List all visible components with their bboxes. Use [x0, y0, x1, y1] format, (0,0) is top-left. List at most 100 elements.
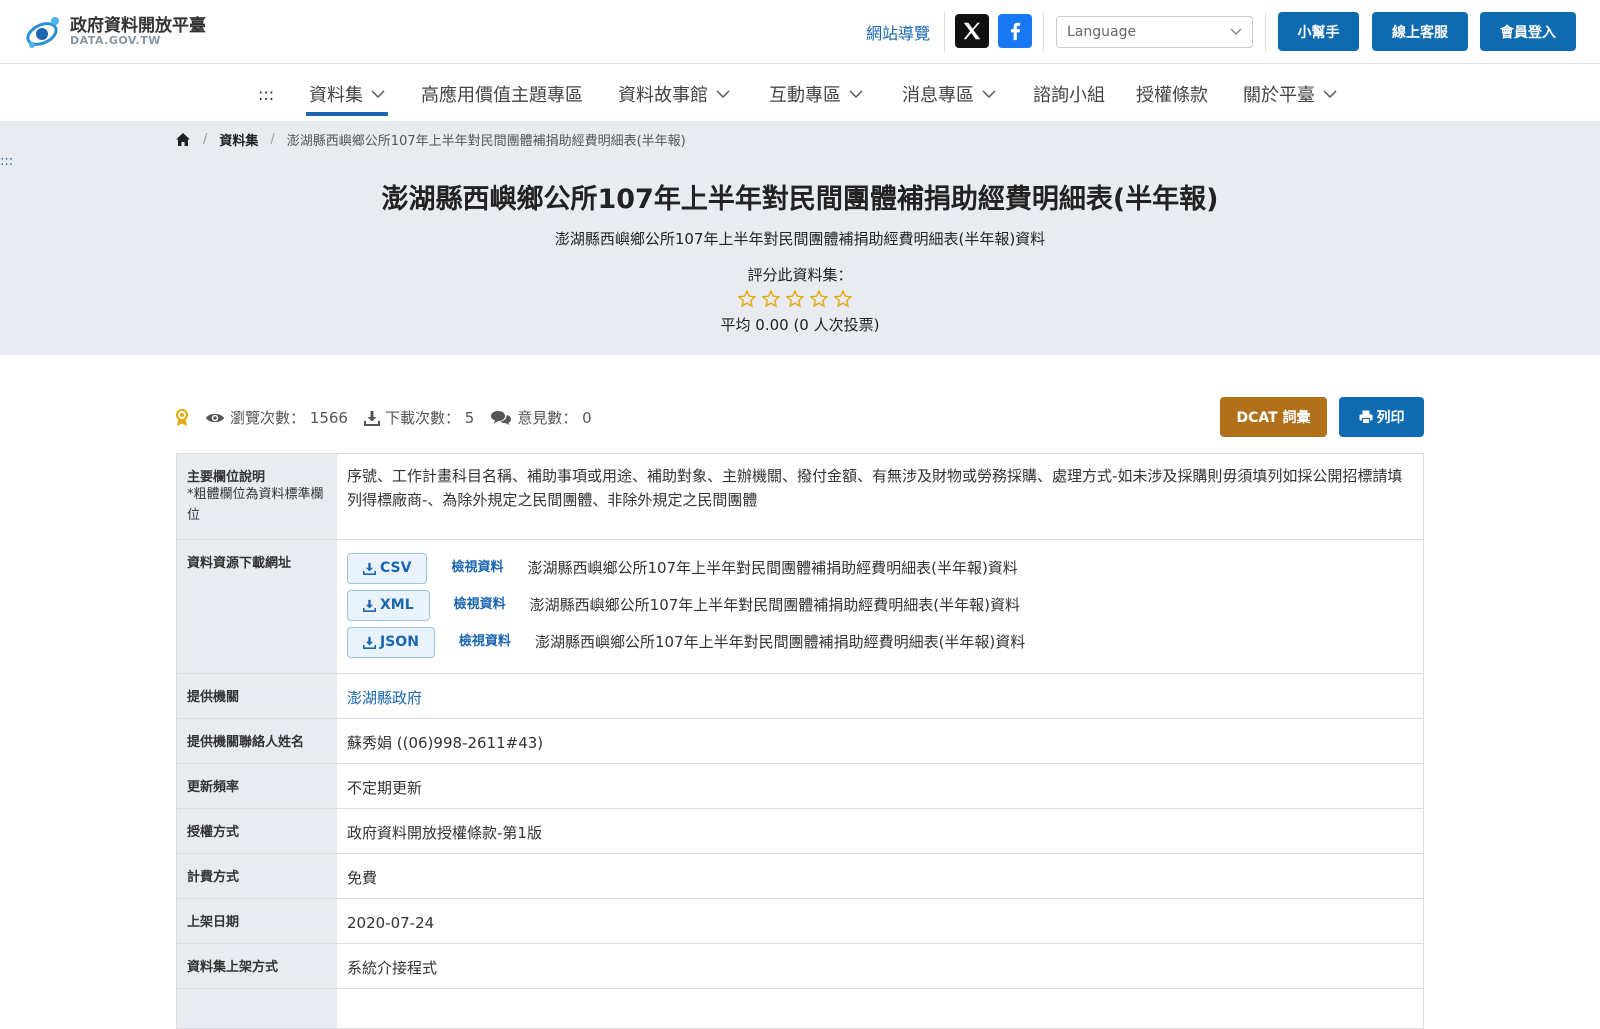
x-logo-icon — [963, 22, 981, 40]
breadcrumb-current: 澎湖縣西嶼鄉公所107年上半年對民間團體補捐助經費明細表(半年報) — [286, 134, 686, 149]
table-row: 提供機關聯絡人姓名 蘇秀娟 ((06)998-2611#43) — [177, 718, 1423, 764]
facebook-logo-icon — [1010, 22, 1021, 41]
dataset-stats: 瀏覽次數： 1566 下載次數： 5 意見數： 0 — [175, 407, 608, 428]
field-label: 提供機關聯絡人姓名 — [177, 718, 337, 763]
comment-count: 意見數： 0 — [490, 407, 592, 428]
nav-item-license[interactable]: 授權條款 — [1136, 81, 1208, 107]
field-value: 序號、工作計畫科目名稱、補助事項或用途、補助對象、主辦機關、撥付金額、有無涉及財… — [347, 467, 1403, 509]
table-row: 主要欄位說明 *粗體欄位為資料標準欄位 序號、工作計畫科目名稱、補助事項或用途、… — [177, 454, 1423, 540]
home-icon[interactable] — [175, 132, 191, 147]
field-label: 提供機關 — [177, 673, 337, 718]
nav-item-high-value[interactable]: 高應用價值主題專區 — [421, 81, 583, 107]
nav-item-datasets[interactable]: 資料集 — [309, 81, 385, 107]
field-label: 上架日期 — [177, 898, 337, 943]
nav-item-data-stories[interactable]: 資料故事館 — [618, 81, 730, 107]
language-select-value: Language — [1067, 24, 1137, 40]
nav-active-indicator — [306, 112, 388, 116]
header-divider — [1265, 12, 1266, 52]
rating-stars — [737, 289, 853, 309]
comments-icon — [491, 410, 512, 425]
site-logo[interactable]: 政府資料開放平臺 DATA.GOV.TW — [24, 12, 206, 52]
chevron-down-icon — [849, 89, 863, 98]
download-icon — [363, 636, 376, 649]
download-icon — [363, 410, 380, 426]
header-divider — [944, 12, 945, 52]
provider-link[interactable]: 澎湖縣政府 — [347, 689, 422, 707]
page-title: 澎湖縣西嶼鄉公所107年上半年對民間團體補捐助經費明細表(半年報) — [381, 184, 1219, 215]
star-outline-icon[interactable] — [785, 289, 805, 309]
dataset-info-table: 主要欄位說明 *粗體欄位為資料標準欄位 序號、工作計畫科目名稱、補助事項或用途、… — [176, 453, 1424, 1029]
download-json-button[interactable]: JSON — [347, 626, 435, 658]
rating-label: 評分此資料集： — [747, 266, 853, 284]
view-data-link[interactable]: 檢視資料 — [451, 558, 503, 579]
resource-description: 澎湖縣西嶼鄉公所107年上半年對民間團體補捐助經費明細表(半年報)資料 — [534, 633, 1026, 652]
nav-accesskey[interactable]: ::: — [258, 85, 274, 104]
print-button[interactable]: 列印 — [1339, 397, 1424, 437]
rating-average: 平均 0.00 (0 人次投票) — [720, 316, 880, 334]
login-button[interactable]: 會員登入 — [1480, 12, 1576, 51]
dataset-hero: / 資料集 / 澎湖縣西嶼鄉公所107年上半年對民間團體補捐助經費明細表(半年報… — [0, 121, 1600, 355]
resource-description: 澎湖縣西嶼鄉公所107年上半年對民間團體補捐助經費明細表(半年報)資料 — [527, 559, 1018, 578]
list-item: XML 檢視資料 澎湖縣西嶼鄉公所107年上半年對民間團體補捐助經費明細表(半年… — [347, 587, 1413, 624]
resource-list: CSV 檢視資料 澎湖縣西嶼鄉公所107年上半年對民間團體補捐助經費明細表(半年… — [337, 540, 1423, 673]
facebook-share-button[interactable] — [998, 14, 1032, 48]
field-label: 主要欄位說明 — [187, 470, 266, 485]
table-row: 資料集上架方式 系統介接程式 — [177, 943, 1423, 989]
nav-item-about[interactable]: 關於平臺 — [1243, 81, 1337, 107]
online-support-button[interactable]: 線上客服 — [1372, 12, 1468, 51]
header-divider — [1043, 12, 1044, 52]
view-data-link[interactable]: 檢視資料 — [459, 632, 511, 653]
field-label: 資料資源下載網址 — [177, 539, 337, 673]
table-row — [177, 988, 1423, 1029]
language-select[interactable]: Language — [1056, 16, 1253, 48]
nav-item-advisory[interactable]: 諮詢小組 — [1033, 81, 1105, 107]
field-value: 2020-07-24 — [347, 913, 435, 932]
field-note: *粗體欄位為資料標準欄位 — [187, 487, 324, 523]
view-data-link[interactable]: 檢視資料 — [454, 595, 506, 616]
logo-subtitle: DATA.GOV.TW — [70, 34, 161, 48]
logo-title: 政府資料開放平臺 — [70, 15, 206, 36]
field-label: 更新頻率 — [177, 763, 337, 808]
chevron-down-icon — [371, 89, 385, 98]
chevron-down-icon — [1323, 89, 1337, 98]
sitemap-link[interactable]: 網站導覽 — [866, 20, 930, 44]
field-label: 資料集上架方式 — [177, 943, 337, 988]
table-row: 上架日期 2020-07-24 — [177, 898, 1423, 944]
award-badge-icon — [176, 408, 188, 426]
field-value: 不定期更新 — [347, 778, 423, 797]
page-subtitle: 澎湖縣西嶼鄉公所107年上半年對民間團體補捐助經費明細表(半年報)資料 — [554, 230, 1046, 248]
star-outline-icon[interactable] — [761, 289, 781, 309]
download-csv-button[interactable]: CSV — [347, 552, 428, 584]
field-value: 蘇秀娟 ((06)998-2611#43) — [347, 733, 544, 752]
field-label: 計費方式 — [177, 853, 337, 898]
field-value: 政府資料開放授權條款-第1版 — [347, 823, 542, 842]
chevron-down-icon — [982, 89, 996, 98]
nav-item-interactive[interactable]: 互動專區 — [769, 81, 863, 107]
field-value: 系統介接程式 — [347, 958, 438, 977]
download-icon — [363, 599, 376, 612]
content-accesskey[interactable]: ::: — [0, 154, 13, 169]
nav-item-news[interactable]: 消息專區 — [902, 81, 996, 107]
download-xml-button[interactable]: XML — [347, 589, 430, 621]
x-share-button[interactable] — [955, 14, 989, 48]
chevron-down-icon — [1230, 28, 1242, 36]
star-outline-icon[interactable] — [809, 289, 829, 309]
list-item: CSV 檢視資料 澎湖縣西嶼鄉公所107年上半年對民間團體補捐助經費明細表(半年… — [347, 550, 1413, 587]
table-row: 資料資源下載網址 CSV 檢視資料 澎湖縣西嶼鄉公所107年上半年對民間團體補捐… — [177, 539, 1423, 674]
top-bar: 政府資料開放平臺 DATA.GOV.TW 網站導覽 Language 小幫手 線… — [0, 0, 1600, 64]
breadcrumb-datasets[interactable]: 資料集 — [219, 130, 258, 149]
star-outline-icon[interactable] — [737, 289, 757, 309]
star-outline-icon[interactable] — [833, 289, 853, 309]
download-count: 下載次數： 5 — [363, 407, 474, 428]
logo-mark-icon — [26, 17, 59, 48]
download-icon — [363, 562, 376, 575]
dcat-vocabulary-button[interactable]: DCAT 詞彙 — [1220, 397, 1327, 437]
printer-icon — [1359, 410, 1372, 424]
eye-icon — [206, 413, 224, 422]
list-item: JSON 檢視資料 澎湖縣西嶼鄉公所107年上半年對民間團體補捐助經費明細表(半… — [347, 624, 1413, 661]
helper-button[interactable]: 小幫手 — [1278, 12, 1359, 51]
view-count: 瀏覽次數： 1566 — [205, 407, 348, 428]
breadcrumb: / 資料集 / 澎湖縣西嶼鄉公所107年上半年對民間團體補捐助經費明細表(半年報… — [175, 130, 686, 149]
field-label: 授權方式 — [177, 808, 337, 853]
table-row: 提供機關 澎湖縣政府 — [177, 673, 1423, 719]
